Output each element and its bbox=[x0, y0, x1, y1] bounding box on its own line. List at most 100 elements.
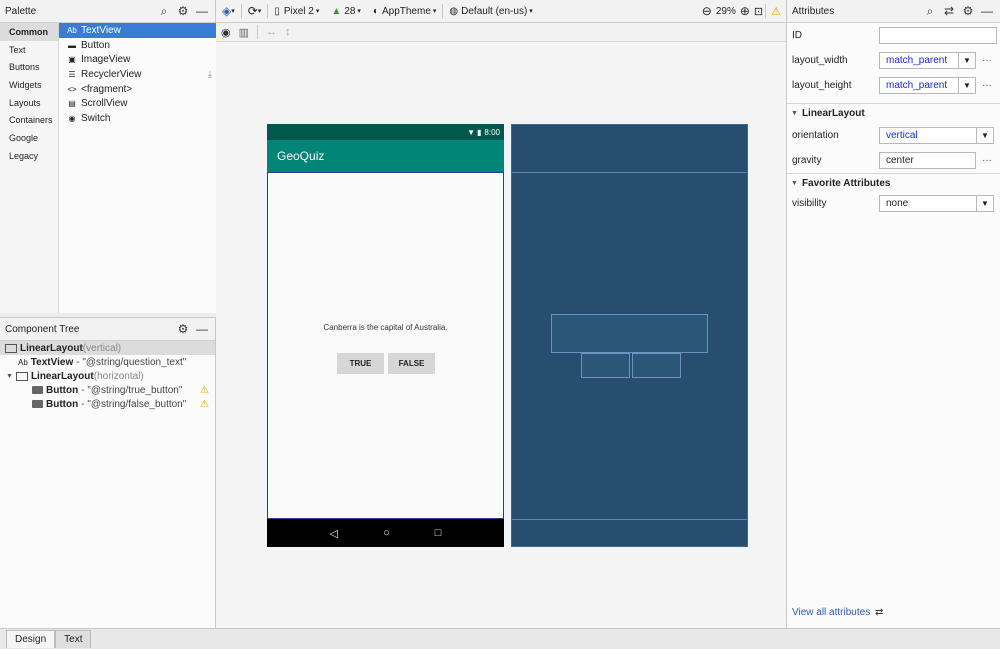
blueprint-true-button[interactable] bbox=[581, 353, 630, 378]
section-title: LinearLayout bbox=[801, 108, 865, 119]
palette-item-textview[interactable]: Ab TextView bbox=[59, 23, 216, 38]
component-tree-panel: Component Tree ⚙ — LinearLayout (vertica… bbox=[0, 317, 216, 628]
blueprint-false-button[interactable] bbox=[632, 353, 681, 378]
chevron-down-icon[interactable]: ▼ bbox=[959, 77, 976, 94]
chevron-down-icon: ▾ bbox=[315, 8, 320, 15]
device-preview[interactable]: ▼ ▮ 8:00 GeoQuiz Canberra is the capital… bbox=[267, 124, 504, 547]
true-button[interactable]: TRUE bbox=[337, 353, 384, 374]
blueprint-textview[interactable] bbox=[551, 314, 708, 353]
attr-label: ID bbox=[792, 30, 802, 41]
download-icon[interactable]: ⤓ bbox=[208, 69, 212, 80]
palette-item-label: <fragment> bbox=[81, 83, 133, 95]
tree-node-linearlayout-vertical[interactable]: LinearLayout (vertical) bbox=[0, 341, 215, 355]
chevron-down-icon[interactable]: ▼ bbox=[959, 52, 976, 69]
tree-node-false-button[interactable]: Button - "@string/false_button" ⚠ bbox=[0, 397, 215, 411]
section-favorite-attributes[interactable]: ▼ Favorite Attributes bbox=[787, 173, 1000, 193]
tab-text[interactable]: Text bbox=[55, 630, 92, 648]
orientation-select[interactable]: vertical bbox=[879, 127, 977, 144]
palette-category-buttons[interactable]: Buttons bbox=[0, 58, 58, 76]
switch-icon: ◉ bbox=[68, 113, 76, 123]
zoom-in-button[interactable]: ⊕ bbox=[738, 0, 752, 22]
palette-category-containers[interactable]: Containers bbox=[0, 111, 58, 129]
zoom-fit-button[interactable]: ⊡ bbox=[752, 0, 765, 22]
visibility-select[interactable]: none bbox=[879, 194, 977, 212]
warning-icon[interactable]: ⚠ bbox=[200, 385, 209, 396]
search-icon[interactable]: ⌕ bbox=[922, 3, 938, 19]
minimize-icon[interactable]: — bbox=[194, 321, 210, 337]
linear-layout-preview[interactable]: Canberra is the capital of Australia. TR… bbox=[267, 172, 504, 519]
search-icon[interactable]: ⌕ bbox=[156, 3, 172, 19]
question-text[interactable]: Canberra is the capital of Australia. bbox=[268, 323, 503, 332]
chevron-down-icon: ▾ bbox=[432, 8, 437, 15]
section-linearlayout[interactable]: ▼ LinearLayout bbox=[787, 103, 1000, 123]
collapse-triangle-icon: ▼ bbox=[791, 110, 798, 117]
palette-item-label: ImageView bbox=[81, 54, 131, 66]
minimize-icon[interactable]: — bbox=[979, 3, 995, 19]
view-all-attributes-link[interactable]: View all attributes ⇄ bbox=[792, 607, 883, 618]
device-dropdown[interactable]: ▯ Pixel 2 ▾ bbox=[268, 0, 325, 22]
expand-horizontal-icon[interactable]: ↔ bbox=[266, 26, 277, 38]
swap-icon: ⇄ bbox=[874, 607, 884, 618]
palette-item-scrollview[interactable]: ▤ ScrollView bbox=[59, 96, 216, 111]
gear-icon[interactable]: ⚙ bbox=[175, 3, 191, 19]
attr-label: visibility bbox=[792, 197, 827, 209]
theme-dropdown[interactable]: ◐ AppTheme ▾ bbox=[367, 0, 442, 22]
chevron-down-icon[interactable]: ▼ bbox=[977, 194, 994, 212]
scroll-icon: ▤ bbox=[68, 99, 76, 109]
palette-category-layouts[interactable]: Layouts bbox=[0, 94, 58, 112]
more-icon[interactable]: ··· bbox=[982, 155, 992, 166]
api-dropdown[interactable]: ▲ 28 ▾ bbox=[325, 0, 367, 22]
expand-vertical-icon[interactable]: ↕ bbox=[285, 26, 291, 38]
orientation-dropdown[interactable]: ⟳ ▾ bbox=[242, 0, 268, 22]
palette-category-google[interactable]: Google bbox=[0, 129, 58, 147]
blueprint-toggle-icon[interactable]: ▥ bbox=[239, 26, 249, 39]
palette-category-common[interactable]: Common bbox=[0, 23, 58, 41]
layers-dropdown[interactable]: ◈ ▾ bbox=[216, 0, 241, 22]
blueprint-preview[interactable] bbox=[511, 124, 748, 547]
locale-label: Default (en-us) bbox=[461, 5, 528, 17]
more-icon[interactable]: ··· bbox=[982, 80, 992, 91]
palette-item-imageview[interactable]: ▣ ImageView bbox=[59, 52, 216, 67]
eye-icon[interactable]: ◉ bbox=[221, 26, 231, 39]
warning-icon[interactable]: ⚠ bbox=[200, 399, 209, 410]
palette-category-text[interactable]: Text bbox=[0, 41, 58, 59]
locale-dropdown[interactable]: ◍ Default (en-us) ▾ bbox=[443, 0, 538, 22]
more-icon[interactable]: ··· bbox=[982, 55, 992, 66]
id-input[interactable] bbox=[879, 27, 997, 44]
tree-node-textview[interactable]: Ab TextView - "@string/question_text" bbox=[0, 355, 215, 369]
attributes-panel: Attributes ⌕ ⇄ ⚙ — ID layout_width match… bbox=[786, 0, 1000, 628]
collapse-triangle-icon: ▼ bbox=[791, 180, 798, 187]
palette-item-button[interactable]: ▬ Button bbox=[59, 38, 216, 53]
chevron-down-icon[interactable]: ▼ bbox=[977, 127, 994, 144]
textview-icon: Ab bbox=[18, 357, 28, 367]
collapse-triangle-icon[interactable]: ▼ bbox=[6, 373, 13, 380]
chevron-down-icon: ▾ bbox=[529, 8, 533, 15]
tree-node-true-button[interactable]: Button - "@string/true_button" ⚠ bbox=[0, 383, 215, 397]
minimize-icon[interactable]: — bbox=[194, 3, 210, 19]
image-icon: ▣ bbox=[68, 55, 76, 65]
layout-width-select[interactable]: match_parent bbox=[879, 52, 959, 69]
editor-mode-tabs: Design Text bbox=[0, 628, 1000, 649]
tree-node-linearlayout-horizontal[interactable]: ▼ LinearLayout (horizontal) bbox=[0, 369, 215, 383]
view-all-label: View all attributes bbox=[792, 607, 871, 618]
theme-label: AppTheme bbox=[381, 5, 431, 17]
android-icon: ▲ bbox=[331, 5, 342, 17]
palette-category-legacy[interactable]: Legacy bbox=[0, 147, 58, 165]
tree-node-name: Button bbox=[46, 384, 79, 396]
tree-node-name: Button bbox=[46, 398, 79, 410]
warnings-button[interactable]: ⚠ bbox=[766, 0, 786, 22]
tree-node-annotation: (vertical) bbox=[82, 342, 122, 354]
layout-height-select[interactable]: match_parent bbox=[879, 77, 959, 94]
swap-icon[interactable]: ⇄ bbox=[941, 3, 957, 19]
palette-item-fragment[interactable]: <> <fragment> bbox=[59, 82, 216, 97]
gear-icon[interactable]: ⚙ bbox=[175, 321, 191, 337]
gravity-input[interactable]: center bbox=[879, 152, 976, 169]
zoom-out-button[interactable]: ⊖ bbox=[700, 0, 714, 22]
palette-category-widgets[interactable]: Widgets bbox=[0, 76, 58, 94]
tab-design[interactable]: Design bbox=[6, 630, 56, 648]
palette-item-recyclerview[interactable]: ☰ RecyclerView ⤓ bbox=[59, 67, 216, 82]
gear-icon[interactable]: ⚙ bbox=[960, 3, 976, 19]
palette-item-switch[interactable]: ◉ Switch bbox=[59, 111, 216, 126]
false-button[interactable]: FALSE bbox=[388, 353, 435, 374]
rotate-icon: ⟳ bbox=[247, 4, 258, 18]
